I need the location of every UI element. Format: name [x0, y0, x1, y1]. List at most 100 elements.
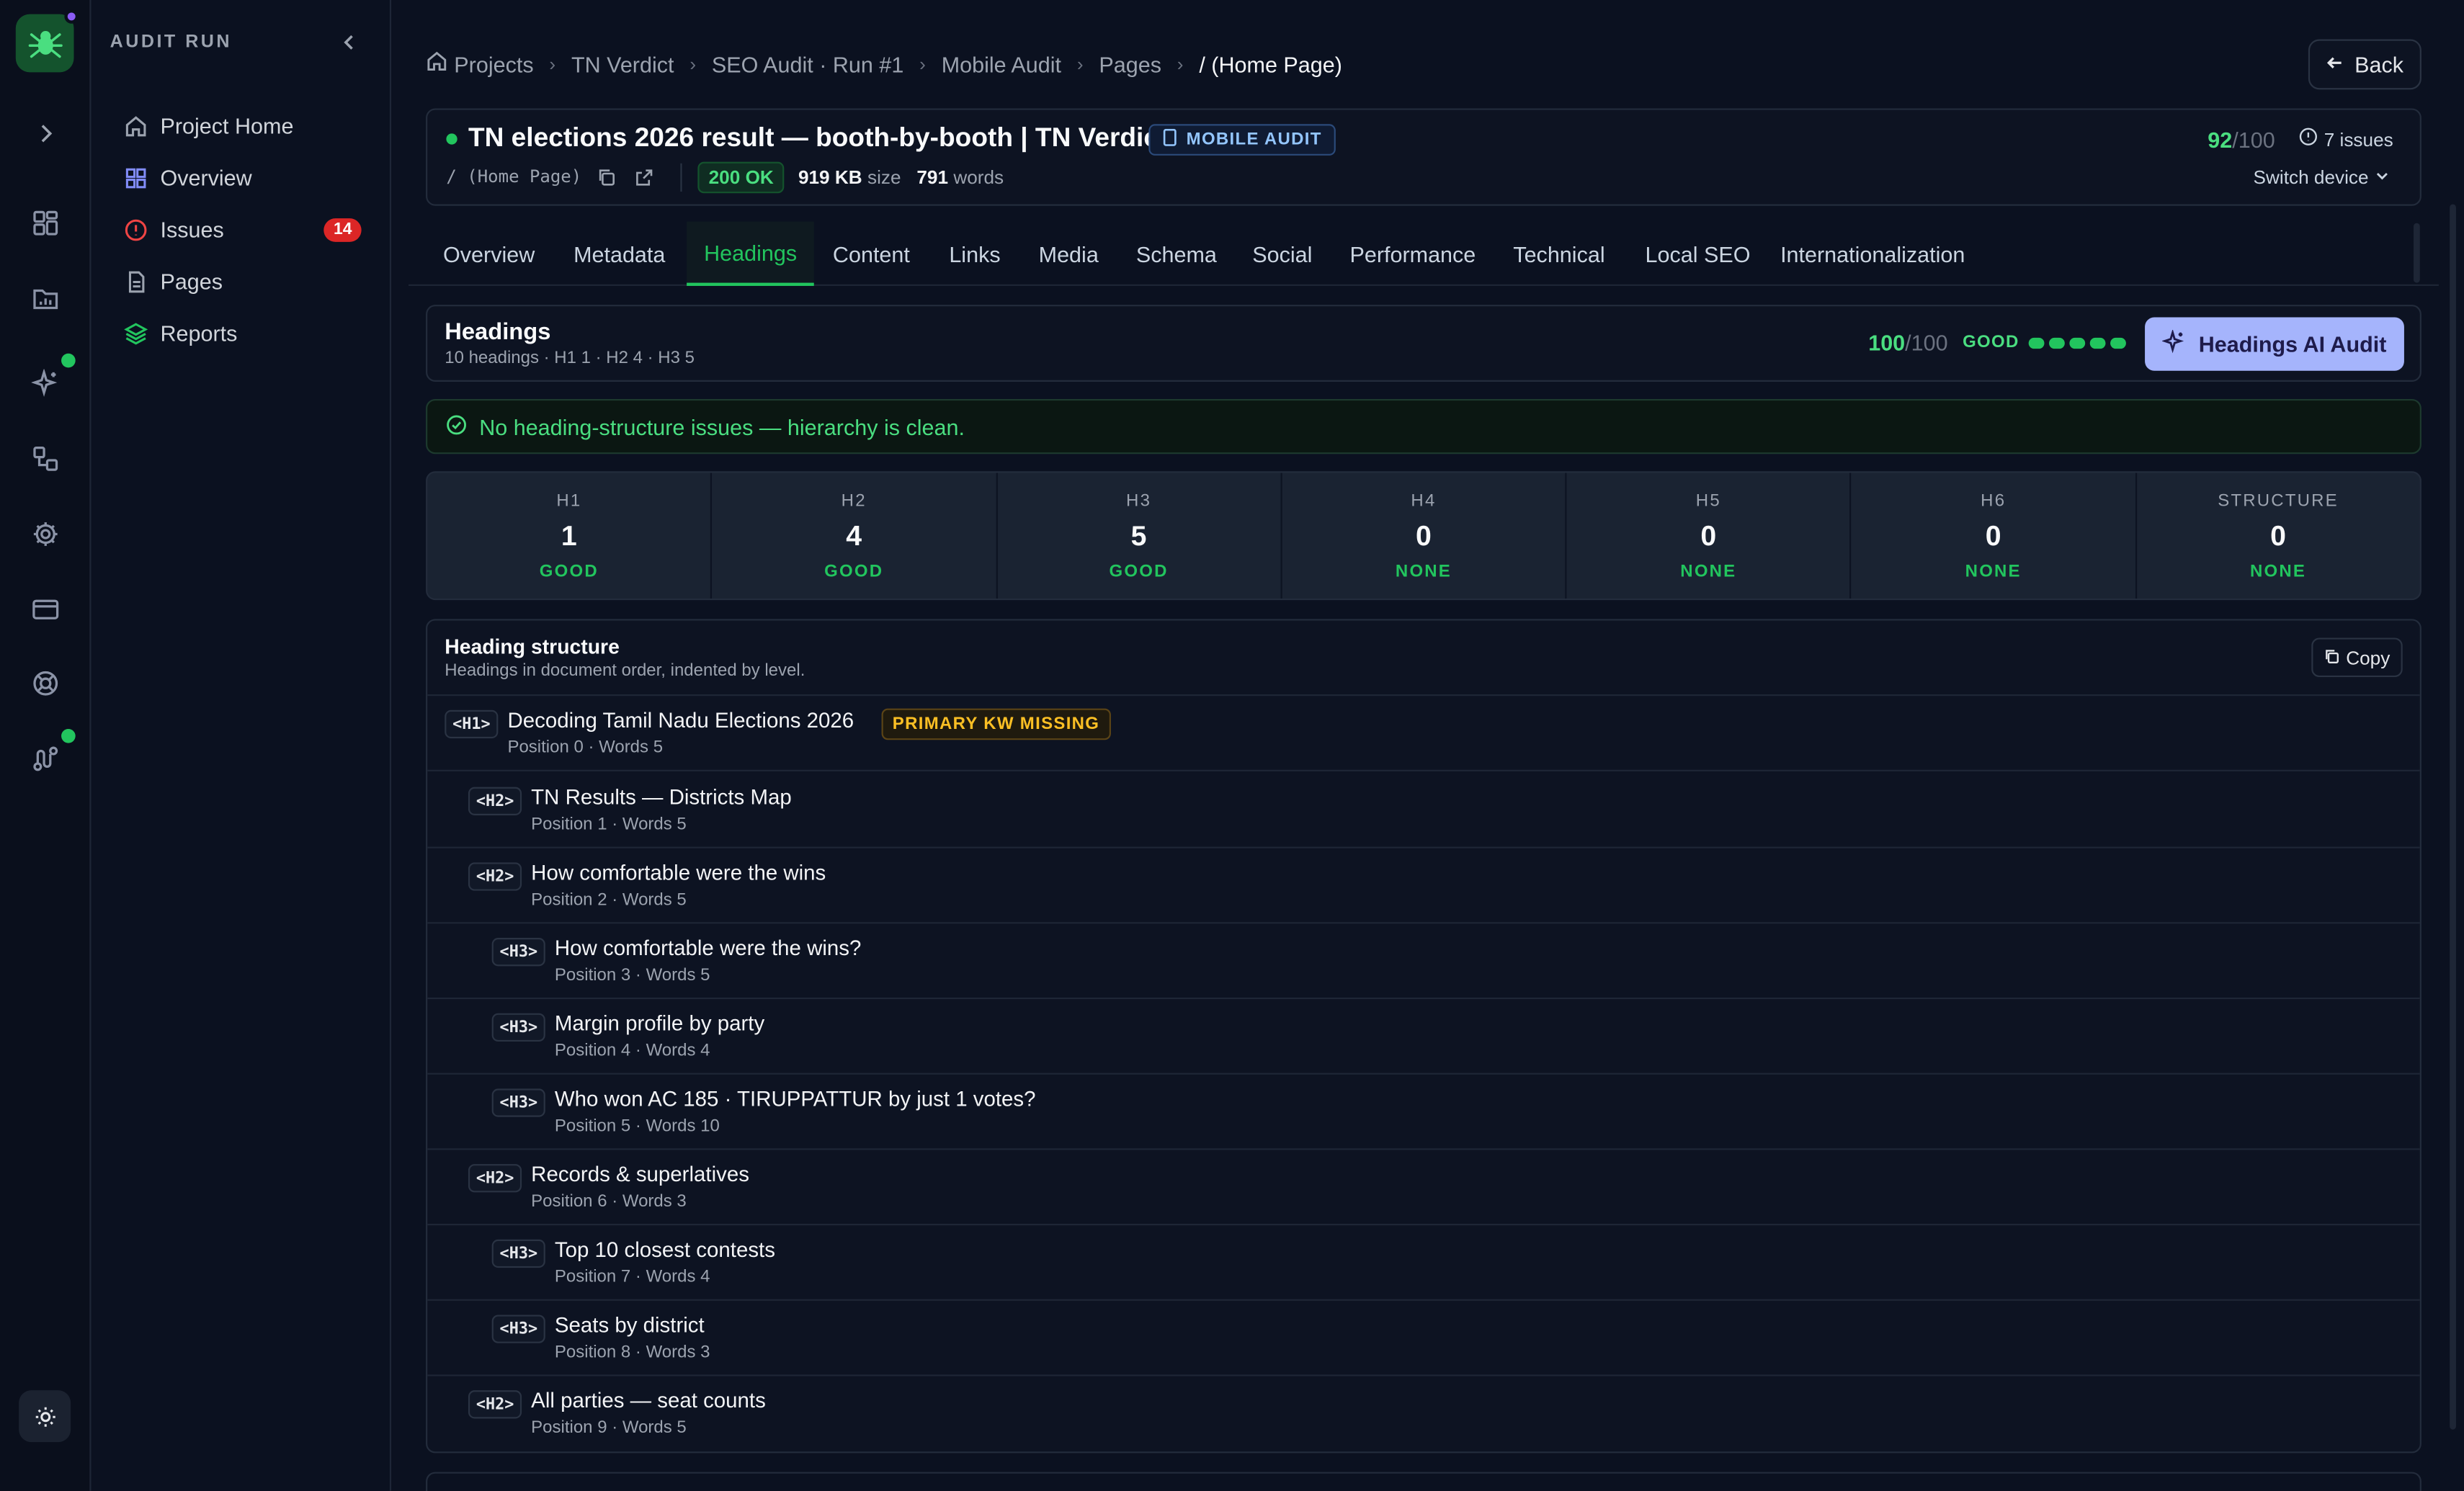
- page-score: 92/100: [2208, 127, 2275, 153]
- credit-card-icon[interactable]: [27, 591, 64, 628]
- breadcrumb-project[interactable]: TN Verdict: [571, 51, 674, 76]
- sidebar-item-issues[interactable]: Issues 14: [122, 210, 362, 248]
- heading-meta: Position 3 · Words 5: [554, 966, 710, 985]
- help-lifebuoy-icon[interactable]: [27, 665, 64, 702]
- sidebar-item-pages[interactable]: Pages: [122, 262, 362, 300]
- expand-chevron-icon[interactable]: [27, 115, 64, 152]
- issues-count-badge: 14: [323, 218, 362, 241]
- heading-meta: Position 1 · Words 5: [531, 815, 687, 835]
- grid-icon: [122, 165, 148, 190]
- tabs-scrollbar[interactable]: [2414, 223, 2420, 283]
- copy-icon[interactable]: [597, 166, 616, 194]
- device-badge-label: MOBILE AUDIT: [1186, 130, 1322, 150]
- tab-overview[interactable]: Overview: [426, 222, 552, 286]
- heading-text: Decoding Tamil Nadu Elections 2026: [507, 708, 854, 733]
- heading-structure-card: Heading structure Headings in document o…: [426, 619, 2421, 1454]
- tab-technical[interactable]: Technical: [1496, 222, 1622, 286]
- page-scrollbar[interactable]: [2450, 204, 2456, 1430]
- theme-toggle-sun-icon[interactable]: [19, 1390, 71, 1443]
- level-count: 1: [561, 519, 577, 552]
- sidebar-item-label: Project Home: [160, 113, 294, 138]
- issues-count[interactable]: 7 issues: [2299, 127, 2393, 151]
- home-icon: [122, 113, 148, 138]
- folder-chart-icon[interactable]: [27, 279, 64, 317]
- dashboard-icon[interactable]: [27, 205, 64, 242]
- section-score-max: /100: [1905, 330, 1948, 355]
- external-link-icon[interactable]: [635, 166, 653, 194]
- heading-tag: <H2>: [468, 1390, 522, 1419]
- score-pips: [2028, 337, 2126, 349]
- success-message: No heading-structure issues — hierarchy …: [479, 413, 965, 439]
- tab-media[interactable]: Media: [1022, 222, 1116, 286]
- heading-meta: Position 4 · Words 4: [554, 1042, 710, 1061]
- page-path: / (Home Page): [446, 166, 582, 187]
- collapse-chevron-icon[interactable]: [336, 30, 362, 55]
- device-badge: MOBILE AUDIT: [1148, 124, 1336, 156]
- primary-kw-missing-badge: PRIMARY KW MISSING: [881, 708, 1111, 740]
- heading-tag: <H3>: [491, 1239, 546, 1268]
- heading-row: <H1> Decoding Tamil Nadu Elections 2026 …: [427, 696, 2420, 771]
- http-status-badge: 200 OK: [697, 161, 785, 194]
- page-title: TN elections 2026 result — booth-by-boot…: [468, 122, 1168, 153]
- tab-schema[interactable]: Schema: [1119, 222, 1234, 286]
- level-label: H4: [1411, 491, 1437, 511]
- switch-device-dropdown[interactable]: Switch device: [2254, 166, 2391, 189]
- tab-local-seo[interactable]: Local SEO: [1628, 222, 1768, 286]
- check-circle-icon: [446, 414, 466, 439]
- spider-logo-icon[interactable]: [15, 9, 79, 73]
- heading-row: <H2> TN Results — Districts Map Position…: [427, 773, 2420, 849]
- breadcrumb-device[interactable]: Mobile Audit: [942, 51, 1061, 76]
- sidebar-item-reports[interactable]: Reports: [122, 314, 362, 352]
- heading-meta: Position 5 · Words 10: [554, 1116, 720, 1136]
- tab-performance[interactable]: Performance: [1332, 222, 1493, 286]
- info-circle-icon: [2299, 127, 2318, 151]
- status-dot: [446, 133, 457, 145]
- level-label: H6: [1981, 491, 2007, 511]
- tab-content[interactable]: Content: [816, 222, 927, 286]
- copy-button-label: Copy: [2346, 646, 2391, 669]
- sidebar-item-label: Reports: [160, 320, 238, 346]
- copy-button[interactable]: Copy: [2311, 637, 2403, 678]
- level-count: 0: [1416, 519, 1432, 552]
- success-banner: No heading-structure issues — hierarchy …: [426, 398, 2421, 455]
- tab-social[interactable]: Social: [1235, 222, 1329, 286]
- level-label: H1: [556, 491, 582, 511]
- status-dot: [61, 728, 76, 743]
- word-count-value: 791: [916, 166, 949, 189]
- heading-row: <H3> Top 10 closest contests Position 7 …: [427, 1225, 2420, 1301]
- back-button[interactable]: Back: [2308, 39, 2421, 90]
- sidebar-item-overview[interactable]: Overview: [122, 158, 362, 196]
- heading-text: How comfortable were the wins?: [554, 936, 862, 960]
- sidebar-item-project-home[interactable]: Project Home: [122, 107, 362, 144]
- breadcrumb: Projects › TN Verdict › SEO Audit · Run …: [426, 50, 1342, 77]
- tab-internationalization[interactable]: Internationalization: [1763, 222, 1982, 286]
- tab-links[interactable]: Links: [932, 222, 1017, 286]
- file-icon: [122, 269, 148, 294]
- ai-button-label: Headings AI Audit: [2198, 331, 2387, 357]
- breadcrumb-pages[interactable]: Pages: [1099, 51, 1161, 76]
- page-size-value: 919 KB: [798, 166, 862, 189]
- sparkles-icon: [2161, 328, 2187, 358]
- workflow-icon[interactable]: [27, 440, 64, 478]
- heading-tag: <H3>: [491, 1013, 546, 1042]
- sparkles-icon[interactable]: [27, 353, 76, 402]
- section-subtitle: 10 headings · H1 1 · H2 4 · H3 5: [445, 349, 695, 368]
- breadcrumb-projects[interactable]: Projects: [454, 51, 533, 76]
- breadcrumb-audit[interactable]: SEO Audit · Run #1: [712, 51, 903, 76]
- level-stat-h6: H6 0 NONE: [1852, 473, 2137, 599]
- section-score-value: 100: [1868, 330, 1906, 355]
- heading-row: <H2> Records & superlatives Position 6 ·…: [427, 1150, 2420, 1226]
- layers-icon: [122, 321, 148, 346]
- tab-headings[interactable]: Headings: [687, 221, 815, 286]
- section-grade: GOOD: [1963, 333, 2019, 352]
- tab-metadata[interactable]: Metadata: [556, 222, 682, 286]
- headings-ai-audit-button[interactable]: Headings AI Audit: [2145, 317, 2404, 371]
- arrow-left-icon: [2326, 52, 2345, 77]
- level-stat-structure: STRUCTURE 0 NONE: [2136, 473, 2419, 598]
- heading-tag: <H3>: [491, 938, 546, 967]
- level-count: 5: [1130, 519, 1147, 552]
- route-icon[interactable]: [27, 728, 76, 777]
- settings-gear-icon[interactable]: [27, 515, 64, 552]
- page-score-max: /100: [2232, 127, 2275, 153]
- level-label: H3: [1126, 491, 1152, 511]
